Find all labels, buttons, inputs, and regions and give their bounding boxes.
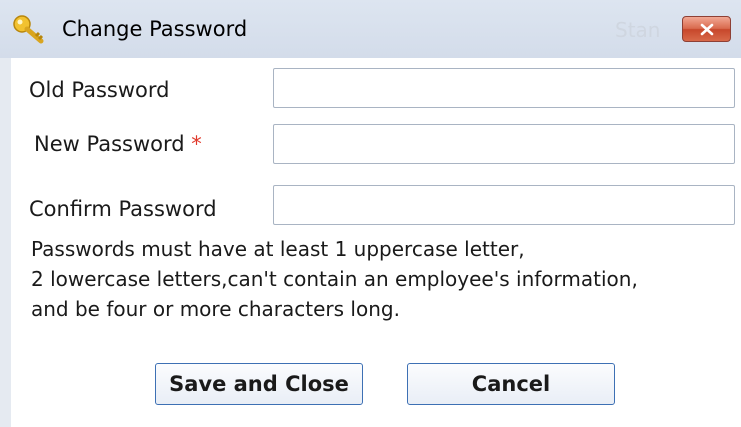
- password-requirements-note: Passwords must have at least 1 uppercase…: [31, 234, 736, 324]
- new-password-label: New Password: [34, 132, 185, 156]
- dialog-title: Change Password: [62, 17, 248, 41]
- old-password-field[interactable]: [273, 68, 735, 108]
- background-window-text: Stan: [615, 18, 661, 42]
- confirm-password-field[interactable]: [273, 185, 735, 225]
- cancel-button[interactable]: Cancel: [407, 363, 615, 405]
- requirements-line-1: Passwords must have at least 1 uppercase…: [31, 237, 525, 261]
- save-and-close-button[interactable]: Save and Close: [155, 363, 363, 405]
- requirements-line-2: 2 lowercase letters,can't contain an emp…: [31, 267, 638, 291]
- requirements-line-3: and be four or more characters long.: [31, 297, 400, 321]
- dialog-body: Old Password New Password * Confirm Pass…: [11, 58, 741, 427]
- close-button[interactable]: [682, 16, 731, 42]
- new-password-field[interactable]: [273, 124, 735, 164]
- key-icon: [12, 14, 46, 44]
- new-password-label-group: New Password *: [34, 132, 202, 156]
- required-marker: *: [191, 132, 202, 156]
- title-bar[interactable]: Change Password Stan: [0, 0, 741, 58]
- change-password-dialog: Change Password Stan Old Password New Pa…: [0, 0, 741, 427]
- old-password-label: Old Password: [29, 78, 170, 102]
- confirm-password-label: Confirm Password: [29, 197, 217, 221]
- close-icon: [700, 23, 714, 36]
